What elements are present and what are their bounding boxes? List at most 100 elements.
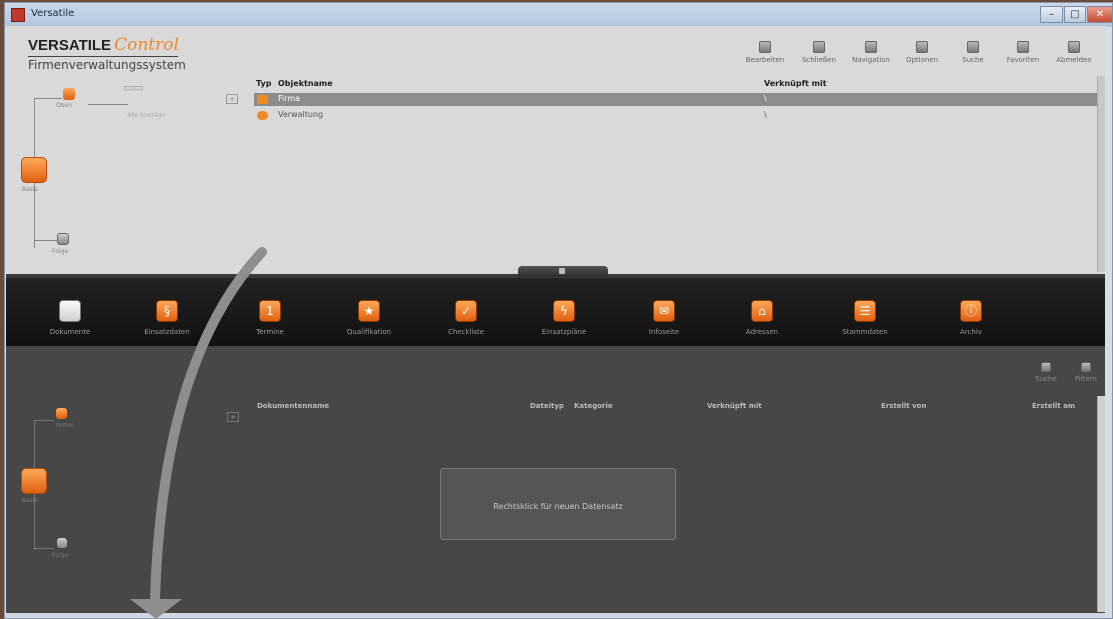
star-icon: ★ — [358, 300, 380, 322]
toolbar-label: Abmelden — [1056, 56, 1092, 64]
search-icon — [1041, 362, 1051, 372]
expand-icon[interactable]: + — [227, 412, 239, 422]
toolbar-label: Schließen — [801, 56, 837, 64]
archive-icon: ⓘ — [960, 300, 982, 322]
close-doc-icon — [813, 41, 825, 53]
module-archiv[interactable]: ⓘ Archiv — [931, 300, 1011, 336]
logo: VERSATILE Control Firmenverwaltungssystem — [28, 35, 186, 72]
documents-panel: Suche Filtern Unten Basis Folge + Dokume… — [6, 346, 1105, 613]
toolbar-close-button[interactable]: Schließen — [792, 41, 846, 73]
filter-icon — [1081, 362, 1091, 372]
master-data-icon: ☰ — [854, 300, 876, 322]
logo-underline — [28, 56, 178, 57]
col-header-filetype[interactable]: Dateityp — [530, 402, 564, 410]
info-card-icon: ✉ — [653, 300, 675, 322]
favorites-icon — [1017, 41, 1029, 53]
toolbar-search-button[interactable]: Suche — [946, 41, 1000, 73]
folder-gear-icon — [257, 111, 268, 120]
col-header-docname[interactable]: Dokumentenname — [257, 402, 329, 410]
toolbar-favorites-button[interactable]: Favoriten — [996, 41, 1050, 73]
module-label: Termine — [256, 328, 284, 336]
toolbar-label: Optionen — [905, 56, 939, 64]
top-scrollbar[interactable] — [1097, 76, 1105, 272]
col-header-type[interactable]: Typ — [256, 79, 271, 88]
col-header-name[interactable]: Objektname — [278, 79, 333, 88]
calendar-icon: 1 — [259, 300, 281, 322]
maximize-button[interactable]: □ — [1064, 6, 1086, 23]
module-label: Einsatzpläne — [541, 328, 587, 336]
doc-tree-node-parent[interactable] — [56, 408, 67, 419]
doc-tree-node-child[interactable] — [57, 538, 67, 548]
expand-icon[interactable]: + — [226, 94, 238, 104]
module-label: Einsatzdaten — [144, 328, 190, 336]
toolbar-edit-button[interactable]: Bearbeiten — [738, 41, 792, 73]
bottom-filter-button[interactable]: Filtern — [1068, 362, 1104, 394]
minimize-button[interactable]: – — [1040, 6, 1063, 23]
navigation-icon — [865, 41, 877, 53]
module-label: Dokumente — [49, 328, 91, 336]
tree-node-current[interactable] — [21, 157, 47, 183]
bottom-scrollbar[interactable] — [1097, 396, 1105, 612]
module-einsatzplaene[interactable]: ϟ Einsatzpläne — [524, 300, 604, 336]
tree-node-parent[interactable] — [63, 88, 75, 100]
col-header-category[interactable]: Kategorie — [574, 402, 613, 410]
grip-icon — [559, 268, 565, 274]
window-title: Versatile — [31, 8, 75, 19]
table-row[interactable]: Verwaltung \ — [254, 109, 1104, 122]
module-checkliste[interactable]: ✓ Checkliste — [426, 300, 506, 336]
options-icon — [916, 41, 928, 53]
toolbar-label: Favoriten — [1006, 56, 1040, 64]
toolbar-navigation-button[interactable]: Navigation — [844, 41, 898, 73]
paragraph-icon: § — [156, 300, 178, 322]
toolbar-label: Suche — [962, 56, 984, 64]
tree-current-label: Basis — [22, 186, 38, 193]
module-einsatzdaten[interactable]: § Einsatzdaten — [127, 300, 207, 336]
col-header-created-by[interactable]: Erstellt von — [881, 402, 926, 410]
tree-node-child[interactable] — [57, 233, 69, 245]
module-stammdaten[interactable]: ☰ Stammdaten — [825, 300, 905, 336]
folder-icon — [257, 95, 268, 104]
splitter-handle[interactable] — [518, 266, 608, 277]
document-icon — [59, 300, 81, 322]
toolbar-logout-button[interactable]: Abmelden — [1047, 41, 1101, 73]
objects-panel: VERSATILE Control Firmenverwaltungssystem… — [6, 26, 1105, 274]
tree-parent-label: Oben — [56, 102, 73, 109]
toolbar-label: Suche — [1035, 375, 1057, 383]
logo-brand: VERSATILE — [28, 37, 112, 54]
address-icon: ⌂ — [751, 300, 773, 322]
module-dokumente[interactable]: Dokumente — [30, 300, 110, 336]
module-adressen[interactable]: ⌂ Adressen — [722, 300, 802, 336]
search-icon — [967, 41, 979, 53]
logo-subtitle: Firmenverwaltungssystem — [28, 58, 186, 72]
doc-tree-node-current[interactable] — [21, 468, 47, 494]
doc-tree-child-label: Folge — [52, 552, 69, 559]
table-row[interactable]: Firma \ — [254, 93, 1104, 106]
close-button[interactable]: ✕ — [1087, 6, 1113, 23]
checklist-icon: ✓ — [455, 300, 477, 322]
row-name: Firma — [278, 94, 301, 103]
tree-connector — [34, 98, 62, 99]
module-qualifikation[interactable]: ★ Qualifikation — [329, 300, 409, 336]
module-label: Checkliste — [447, 328, 485, 336]
tree-connector — [34, 420, 54, 421]
bottom-search-button[interactable]: Suche — [1026, 362, 1066, 394]
logo-control: Control — [114, 35, 179, 55]
app-icon — [11, 8, 25, 22]
empty-state-box[interactable]: Rechtsklick für neuen Datensatz — [440, 468, 676, 540]
module-infoseite[interactable]: ✉ Infoseite — [624, 300, 704, 336]
module-label: Archiv — [960, 328, 982, 336]
logout-icon — [1068, 41, 1080, 53]
tree-connector — [34, 548, 54, 549]
tree-child-label: Folge — [52, 248, 69, 255]
status-bar — [6, 613, 1105, 617]
module-termine[interactable]: 1 Termine — [230, 300, 310, 336]
module-label: Adressen — [745, 328, 779, 336]
col-header-linked[interactable]: Verknüpft mit — [764, 79, 827, 88]
col-header-linked[interactable]: Verknüpft mit — [707, 402, 762, 410]
module-label: Stammdaten — [842, 328, 888, 336]
tree-branch-label[interactable]: Alle Einträge — [127, 112, 165, 119]
module-bar: Dokumente § Einsatzdaten 1 Termine ★ Qualif… — [6, 278, 1105, 346]
toolbar-options-button[interactable]: Optionen — [895, 41, 949, 73]
edit-icon — [759, 41, 771, 53]
col-header-created-on[interactable]: Erstellt am — [1032, 402, 1075, 410]
